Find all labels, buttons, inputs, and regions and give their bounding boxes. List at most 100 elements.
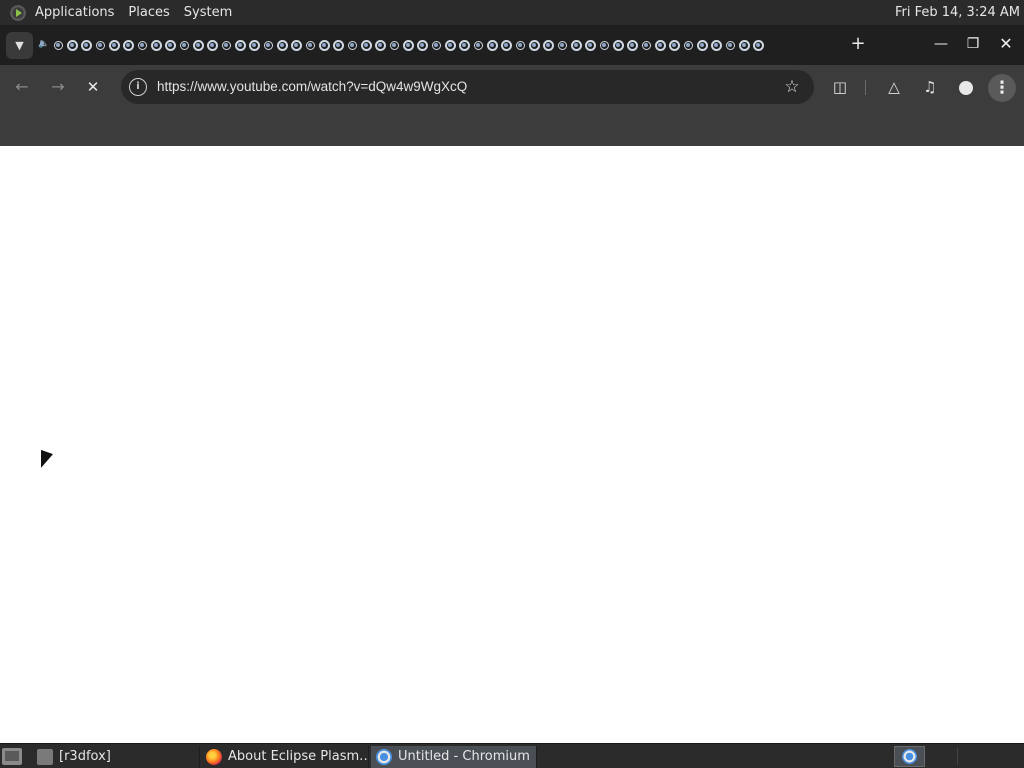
browser-tab[interactable]: [514, 36, 527, 54]
browser-tab[interactable]: [94, 36, 107, 54]
browser-tab[interactable]: [178, 36, 191, 54]
browser-tab[interactable]: [164, 36, 177, 54]
tab-favicon-icon: [684, 40, 693, 50]
profile-button[interactable]: [955, 76, 977, 98]
show-desktop-button[interactable]: [2, 748, 22, 765]
taskbar-item-firefox[interactable]: About Eclipse Plasm…: [201, 746, 369, 768]
browser-tab[interactable]: [234, 36, 247, 54]
browser-tab[interactable]: [38, 36, 51, 54]
back-button[interactable]: ←: [10, 75, 34, 99]
browser-tab[interactable]: [528, 36, 541, 54]
browser-tab[interactable]: [696, 36, 709, 54]
tab-favicon-icon: [207, 39, 218, 51]
browser-tab[interactable]: [584, 36, 597, 54]
places-menu[interactable]: Places: [121, 0, 176, 25]
toolbar-separator: [865, 80, 866, 95]
stop-loading-button[interactable]: ✕: [81, 75, 105, 99]
distro-logo-icon[interactable]: [8, 2, 28, 23]
browser-tab[interactable]: [402, 36, 415, 54]
browser-tab[interactable]: [500, 36, 513, 54]
firefox-icon: [206, 749, 222, 765]
browser-tab[interactable]: [346, 36, 359, 54]
browser-tab[interactable]: [444, 36, 457, 54]
browser-tab[interactable]: [248, 36, 261, 54]
bookmark-button[interactable]: ☆: [782, 77, 802, 97]
browser-tab[interactable]: [556, 36, 569, 54]
browser-tab[interactable]: [108, 36, 121, 54]
browser-tab[interactable]: [150, 36, 163, 54]
labs-button[interactable]: △: [883, 76, 905, 98]
tab-favicon-icon: [138, 40, 147, 50]
minimize-button[interactable]: —: [931, 34, 951, 54]
tab-favicon-icon: [417, 39, 428, 51]
new-tab-button[interactable]: +: [848, 34, 868, 54]
browser-tab[interactable]: [486, 36, 499, 54]
browser-tab[interactable]: [458, 36, 471, 54]
browser-tab[interactable]: [570, 36, 583, 54]
tab-favicon-icon: [445, 39, 456, 51]
browser-tab[interactable]: [668, 36, 681, 54]
browser-tab[interactable]: [542, 36, 555, 54]
browser-tab[interactable]: [388, 36, 401, 54]
tab-favicon-icon: [348, 40, 357, 50]
browser-tab[interactable]: [276, 36, 289, 54]
clock[interactable]: Fri Feb 14, 3:24 AM: [895, 0, 1020, 25]
tab-favicon-icon: [669, 39, 680, 51]
forward-button[interactable]: →: [46, 75, 70, 99]
tab-favicon-icon: [249, 39, 260, 51]
browser-tab[interactable]: [80, 36, 93, 54]
tab-favicon-icon: [432, 40, 441, 50]
browser-toolbar: ← → ✕ i https://www.youtube.com/watch?v=…: [0, 65, 1024, 109]
browser-tab[interactable]: [724, 36, 737, 54]
extensions-button[interactable]: ◫: [829, 76, 851, 98]
browser-tab[interactable]: [640, 36, 653, 54]
browser-tab[interactable]: [612, 36, 625, 54]
page-content[interactable]: [0, 146, 1024, 743]
browser-tab[interactable]: [220, 36, 233, 54]
browser-tab[interactable]: [738, 36, 751, 54]
browser-tab[interactable]: [136, 36, 149, 54]
taskbar-item-file-manager[interactable]: [r3dfox]: [32, 746, 200, 768]
tab-favicon-icon: [585, 39, 596, 51]
address-bar[interactable]: i https://www.youtube.com/watch?v=dQw4w9…: [121, 70, 814, 104]
browser-tab[interactable]: [52, 36, 65, 54]
browser-tab[interactable]: [332, 36, 345, 54]
tab-favicon-icon: [459, 39, 470, 51]
taskbar-item-label: About Eclipse Plasm…: [228, 749, 369, 764]
browser-tab[interactable]: [472, 36, 485, 54]
browser-tab[interactable]: [122, 36, 135, 54]
browser-menu-button[interactable]: ⋮: [988, 74, 1016, 102]
system-menu[interactable]: System: [177, 0, 239, 25]
browser-tab[interactable]: [290, 36, 303, 54]
browser-tab[interactable]: [374, 36, 387, 54]
applications-menu[interactable]: Applications: [28, 0, 121, 25]
site-info-button[interactable]: i: [129, 78, 147, 96]
tab-favicon-icon: [109, 39, 120, 51]
taskbar-item-chromium[interactable]: Untitled - Chromium: [371, 746, 537, 768]
url-text[interactable]: https://www.youtube.com/watch?v=dQw4w9Wg…: [157, 70, 467, 104]
tray-chromium-icon[interactable]: [894, 746, 925, 767]
browser-tab[interactable]: [206, 36, 219, 54]
browser-tab[interactable]: [304, 36, 317, 54]
close-window-button[interactable]: ✕: [996, 34, 1016, 54]
media-controls-button[interactable]: ♫: [919, 76, 941, 98]
browser-tab[interactable]: [752, 36, 765, 54]
browser-tab[interactable]: [626, 36, 639, 54]
browser-tab[interactable]: [318, 36, 331, 54]
browser-tab[interactable]: [66, 36, 79, 54]
browser-tab[interactable]: [430, 36, 443, 54]
browser-tab[interactable]: [598, 36, 611, 54]
browser-tab[interactable]: [416, 36, 429, 54]
browser-tab[interactable]: [360, 36, 373, 54]
browser-tab[interactable]: [710, 36, 723, 54]
tab-favicon-icon: [193, 39, 204, 51]
tab-favicon-icon: [264, 40, 273, 50]
tab-favicon-icon: [474, 40, 483, 50]
browser-tab[interactable]: [682, 36, 695, 54]
chevron-down-icon: ▼: [15, 39, 24, 52]
restore-button[interactable]: ❐: [963, 34, 983, 54]
browser-tab[interactable]: [192, 36, 205, 54]
tab-search-button[interactable]: ▼: [6, 32, 33, 59]
browser-tab[interactable]: [654, 36, 667, 54]
browser-tab[interactable]: [262, 36, 275, 54]
